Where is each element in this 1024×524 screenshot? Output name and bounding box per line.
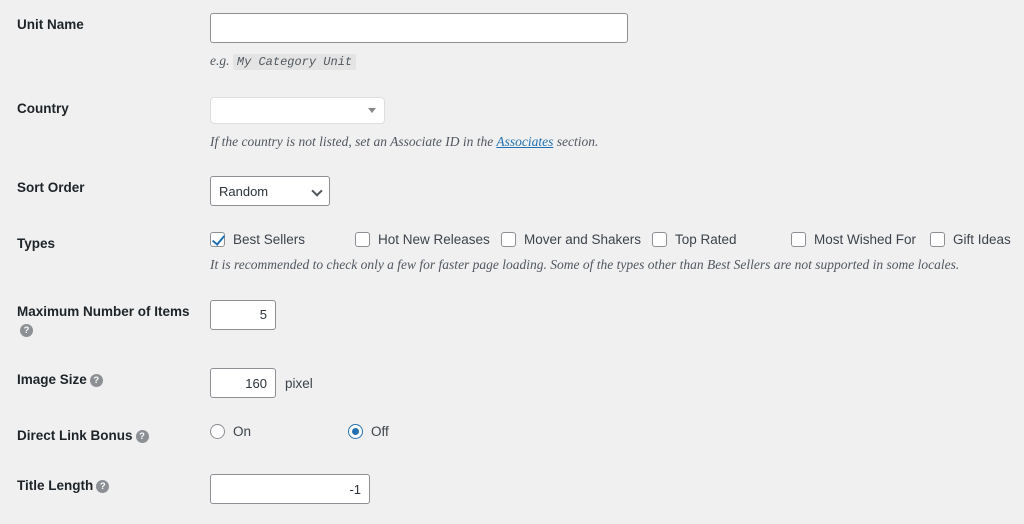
checkbox-label[interactable]: Top Rated xyxy=(675,232,737,247)
label-text: Maximum Number of Items xyxy=(17,304,190,319)
image-size-unit-label: pixel xyxy=(285,376,313,391)
country-description: If the country is not listed, set an Ass… xyxy=(210,133,1014,151)
form-row-types: Types Best Sellers Hot New Releases Move… xyxy=(0,219,1024,287)
label-text: Title Length xyxy=(17,478,93,493)
label-unit-name: Unit Name xyxy=(0,0,210,84)
label-text: Image Size xyxy=(17,372,87,387)
field-country: If the country is not listed, set an Ass… xyxy=(210,84,1024,164)
help-icon[interactable]: ? xyxy=(20,324,33,337)
field-title-length xyxy=(210,461,1024,517)
checkbox-icon[interactable] xyxy=(652,232,667,247)
desc-text-after: section. xyxy=(553,134,598,149)
radio-icon[interactable] xyxy=(210,424,225,439)
checkbox-best-sellers[interactable]: Best Sellers xyxy=(210,232,355,247)
label-max-items: Maximum Number of Items? xyxy=(0,287,210,355)
settings-form-table: Unit Name e.g. My Category Unit Country xyxy=(0,0,1024,517)
help-icon[interactable]: ? xyxy=(96,480,109,493)
hint-prefix: e.g. xyxy=(210,53,230,68)
checkbox-mover-and-shakers[interactable]: Mover and Shakers xyxy=(501,232,652,247)
title-length-input[interactable] xyxy=(210,474,370,504)
checkbox-gift-ideas[interactable]: Gift Ideas xyxy=(930,232,1011,247)
checkbox-label[interactable]: Hot New Releases xyxy=(378,232,490,247)
help-icon[interactable]: ? xyxy=(136,430,149,443)
checkbox-icon[interactable] xyxy=(930,232,945,247)
radio-icon[interactable] xyxy=(348,424,363,439)
checkbox-icon[interactable] xyxy=(210,232,225,247)
checkbox-label[interactable]: Gift Ideas xyxy=(953,232,1011,247)
help-icon[interactable]: ? xyxy=(90,374,103,387)
checkbox-top-rated[interactable]: Top Rated xyxy=(652,232,791,247)
checkbox-icon[interactable] xyxy=(791,232,806,247)
checkbox-hot-new-releases[interactable]: Hot New Releases xyxy=(355,232,501,247)
sort-order-select[interactable]: Random xyxy=(210,176,330,206)
label-country: Country xyxy=(0,84,210,164)
field-unit-name: e.g. My Category Unit xyxy=(210,0,1024,84)
associates-link[interactable]: Associates xyxy=(496,134,553,149)
max-items-input[interactable] xyxy=(210,300,276,330)
direct-link-bonus-radio-group: On Off xyxy=(210,424,1014,439)
checkbox-most-wished-for[interactable]: Most Wished For xyxy=(791,232,930,247)
image-size-input[interactable] xyxy=(210,368,276,398)
field-sort-order: Random xyxy=(210,163,1024,219)
label-title-length: Title Length? xyxy=(0,461,210,517)
label-sort-order: Sort Order xyxy=(0,163,210,219)
desc-text-before: If the country is not listed, set an Ass… xyxy=(210,134,496,149)
types-checkbox-group: Best Sellers Hot New Releases Mover and … xyxy=(210,232,1014,247)
label-types: Types xyxy=(0,219,210,287)
field-max-items xyxy=(210,287,1024,355)
field-image-size: pixel xyxy=(210,355,1024,411)
label-text: Unit Name xyxy=(17,17,84,32)
label-image-size: Image Size? xyxy=(0,355,210,411)
radio-on[interactable]: On xyxy=(210,424,348,439)
checkbox-label[interactable]: Mover and Shakers xyxy=(524,232,641,247)
checkbox-icon[interactable] xyxy=(355,232,370,247)
unit-name-hint: e.g. My Category Unit xyxy=(210,52,1014,71)
form-row-sort-order: Sort Order Random xyxy=(0,163,1024,219)
form-row-country: Country If the country is not listed, se… xyxy=(0,84,1024,164)
label-text: Country xyxy=(17,101,69,116)
radio-off[interactable]: Off xyxy=(348,424,389,439)
chevron-down-icon xyxy=(368,108,376,113)
checkbox-label[interactable]: Best Sellers xyxy=(233,232,305,247)
label-text: Sort Order xyxy=(17,180,85,195)
form-row-image-size: Image Size? pixel xyxy=(0,355,1024,411)
form-row-title-length: Title Length? xyxy=(0,461,1024,517)
unit-name-input[interactable] xyxy=(210,13,628,43)
radio-label[interactable]: On xyxy=(233,424,251,439)
form-row-max-items: Maximum Number of Items? xyxy=(0,287,1024,355)
checkbox-label[interactable]: Most Wished For xyxy=(814,232,916,247)
types-description: It is recommended to check only a few fo… xyxy=(210,256,1014,274)
checkbox-icon[interactable] xyxy=(501,232,516,247)
form-row-direct-link-bonus: Direct Link Bonus? On Off xyxy=(0,411,1024,461)
field-types: Best Sellers Hot New Releases Mover and … xyxy=(210,219,1024,287)
label-text: Types xyxy=(17,236,55,251)
label-direct-link-bonus: Direct Link Bonus? xyxy=(0,411,210,461)
hint-sample-code: My Category Unit xyxy=(233,54,356,70)
form-row-unit-name: Unit Name e.g. My Category Unit xyxy=(0,0,1024,84)
label-text: Direct Link Bonus xyxy=(17,428,133,443)
country-select[interactable] xyxy=(210,97,385,124)
radio-label[interactable]: Off xyxy=(371,424,389,439)
field-direct-link-bonus: On Off xyxy=(210,411,1024,461)
